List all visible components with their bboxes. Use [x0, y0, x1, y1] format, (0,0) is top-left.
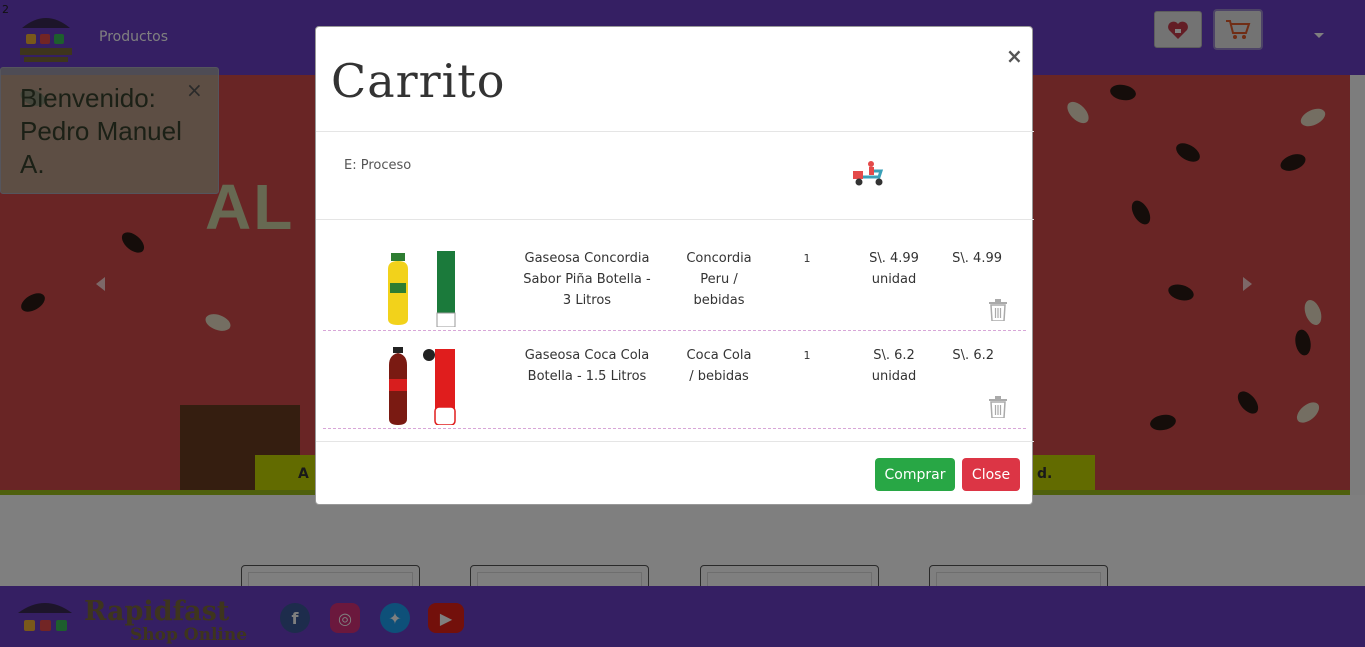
delete-item-trash-icon[interactable]: [988, 396, 1008, 418]
cart-item-name: Gaseosa Concordia Sabor Piña Botella - 3…: [523, 251, 651, 308]
close-button[interactable]: Close: [962, 458, 1020, 491]
cart-item-row: Gaseosa Coca Cola Botella - 1.5 Litros C…: [323, 331, 1026, 429]
cart-item-brand: Concordia Peru / bebidas: [686, 251, 752, 308]
delivery-scooter-icon: [853, 161, 884, 186]
modal-footer-divider: [316, 441, 1034, 442]
cart-item-total: S\. 6.2: [952, 348, 994, 363]
cart-item-total: S\. 4.99: [952, 251, 1002, 266]
product-image-concordia: [388, 251, 456, 327]
product-image-coca-cola: [389, 347, 456, 425]
cart-item-name: Gaseosa Coca Cola Botella - 1.5 Litros: [524, 348, 650, 384]
buy-button[interactable]: Comprar: [875, 458, 955, 491]
status-divider: [316, 219, 1034, 220]
modal-close-x-button[interactable]: ×: [1006, 44, 1023, 68]
page: 2 Productos AL A d.: [0, 0, 1365, 647]
cart-item-brand: Coca Cola / bebidas: [686, 348, 752, 384]
delete-item-trash-icon[interactable]: [988, 299, 1008, 321]
modal-title: Carrito: [331, 54, 506, 108]
cart-modal: Carrito × E: Proceso Gaseosa Concordia S…: [315, 26, 1034, 505]
cart-item-quantity: 1: [803, 349, 811, 362]
modal-header-divider: [316, 131, 1034, 132]
order-status: E: Proceso: [344, 158, 412, 173]
cart-item-unit-price: S\. 4.99 unidad: [869, 251, 919, 287]
cart-item-unit-price: S\. 6.2 unidad: [871, 348, 917, 384]
cart-item-row: Gaseosa Concordia Sabor Piña Botella - 3…: [323, 233, 1026, 331]
cart-item-quantity: 1: [803, 252, 811, 265]
